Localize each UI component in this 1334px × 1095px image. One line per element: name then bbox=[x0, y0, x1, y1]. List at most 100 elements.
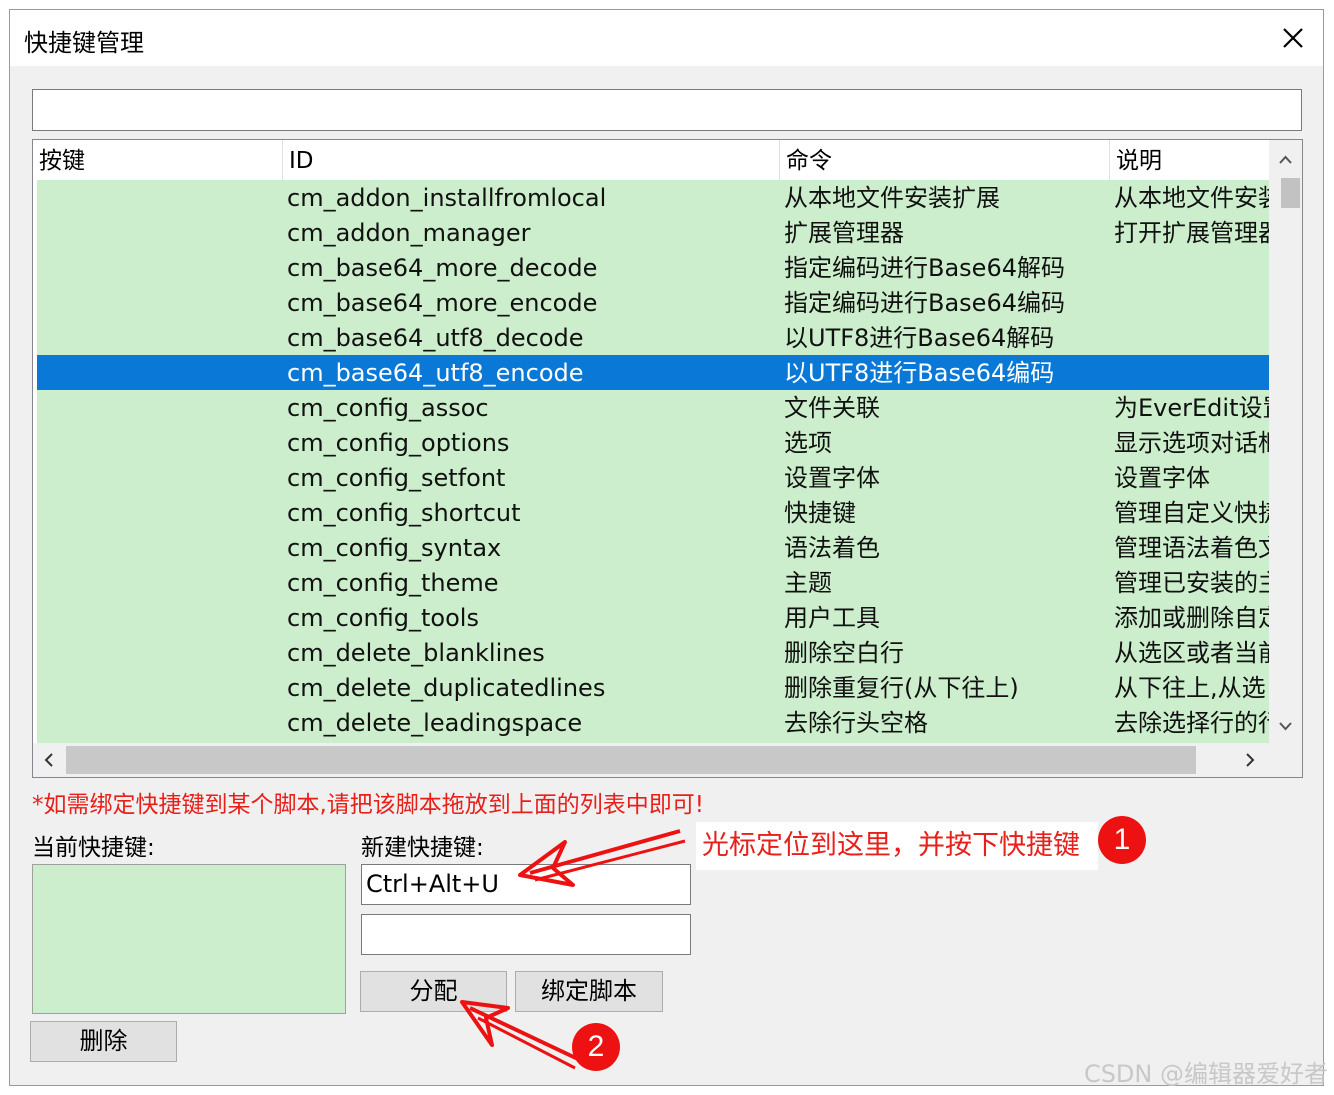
vertical-scrollbar[interactable] bbox=[1269, 140, 1302, 743]
scroll-down-icon[interactable] bbox=[1269, 712, 1302, 740]
table-row[interactable]: cm_delete_leadingspace 去除行头空格 去除选择行的行 bbox=[37, 705, 1269, 740]
row-key-cell bbox=[37, 215, 280, 250]
row-id-cell: cm_delete_blanklines bbox=[287, 639, 545, 667]
table-header: 按键 ID 命令 说明 bbox=[33, 140, 1269, 180]
row-id-cell: cm_config_shortcut bbox=[287, 499, 521, 527]
row-command-cell: 删除重复行(从下往上) bbox=[784, 674, 1019, 702]
table-row[interactable]: cm_base64_utf8_decode 以UTF8进行Base64解码 bbox=[37, 320, 1269, 355]
row-id-cell: cm_config_syntax bbox=[287, 534, 502, 562]
row-command-cell: 快捷键 bbox=[784, 499, 856, 527]
column-header-id[interactable]: ID bbox=[283, 140, 780, 180]
column-header-command[interactable]: 命令 bbox=[780, 140, 1110, 180]
row-description-cell: 从本地文件安装 bbox=[1114, 184, 1269, 212]
row-command-cell: 以UTF8进行Base64解码 bbox=[784, 324, 1055, 352]
scroll-up-icon[interactable] bbox=[1269, 146, 1302, 174]
row-key-cell bbox=[37, 250, 280, 285]
row-key-cell bbox=[37, 355, 280, 390]
new-shortcut-label: 新建快捷键: bbox=[361, 835, 484, 861]
row-command-cell: 扩展管理器 bbox=[784, 219, 904, 247]
row-description-cell bbox=[1114, 355, 1269, 390]
table-row[interactable]: cm_delete_duplicatedlines 删除重复行(从下往上) 从下往上… bbox=[37, 670, 1269, 705]
window-title: 快捷键管理 bbox=[24, 29, 144, 57]
row-id-cell: cm_addon_manager bbox=[287, 219, 531, 247]
row-key-cell bbox=[37, 495, 280, 530]
row-id-cell: cm_config_assoc bbox=[287, 394, 489, 422]
table-row-selected[interactable]: cm_base64_utf8_encode 以UTF8进行Base64编码 bbox=[37, 355, 1269, 390]
annotation-callout: 光标定位到这里，并按下快捷键 bbox=[696, 822, 1098, 870]
bind-script-button[interactable]: 绑定脚本 bbox=[515, 971, 663, 1012]
title-bar: 快捷键管理 bbox=[10, 10, 1323, 66]
row-description-cell: 管理语法着色文 bbox=[1114, 534, 1269, 562]
table-row[interactable]: cm_config_setfont 设置字体 设置字体 bbox=[37, 460, 1269, 495]
row-description-cell: 管理自定义快捷 bbox=[1114, 499, 1269, 527]
row-command-cell: 语法着色 bbox=[784, 534, 880, 562]
assign-button[interactable]: 分配 bbox=[360, 971, 507, 1012]
row-id-cell: cm_delete_duplicatedlines bbox=[287, 674, 606, 702]
close-icon[interactable] bbox=[1275, 20, 1311, 56]
table-row[interactable]: cm_base64_more_decode 指定编码进行Base64解码 bbox=[37, 250, 1269, 285]
row-command-cell: 以UTF8进行Base64编码 bbox=[784, 359, 1055, 387]
table-row[interactable]: cm_base64_more_encode 指定编码进行Base64编码 bbox=[37, 285, 1269, 320]
table-row[interactable]: cm_config_options 选项 显示选项对话框 bbox=[37, 425, 1269, 460]
table-row[interactable]: cm_config_theme 主题 管理已安装的主 bbox=[37, 565, 1269, 600]
row-command-cell: 主题 bbox=[784, 569, 832, 597]
row-description-cell: 去除选择行的行 bbox=[1114, 709, 1269, 737]
row-description-cell bbox=[1114, 250, 1269, 285]
row-key-cell bbox=[37, 635, 280, 670]
table-body: cm_addon_installfromlocal 从本地文件安装扩展 从本地文件安… bbox=[37, 180, 1269, 743]
vertical-scroll-thumb[interactable] bbox=[1281, 178, 1300, 208]
row-id-cell: cm_config_options bbox=[287, 429, 510, 457]
column-header-key[interactable]: 按键 bbox=[33, 140, 283, 180]
row-description-cell: 打开扩展管理器 bbox=[1114, 219, 1269, 247]
shortcut-table[interactable]: 按键 ID 命令 说明 cm_addon_installfromlocal 从本地… bbox=[32, 139, 1303, 778]
row-key-cell bbox=[37, 460, 280, 495]
horizontal-scroll-thumb[interactable] bbox=[66, 746, 1196, 774]
table-row[interactable]: cm_config_assoc 文件关联 为EverEdit设置 bbox=[37, 390, 1269, 425]
row-command-cell: 指定编码进行Base64解码 bbox=[784, 254, 1065, 282]
new-shortcut-input[interactable]: Ctrl+Alt+U bbox=[361, 864, 691, 905]
drag-hint-text: *如需绑定快捷键到某个脚本,请把该脚本拖放到上面的列表中即可! bbox=[32, 792, 705, 818]
row-id-cell: cm_base64_more_encode bbox=[287, 289, 598, 317]
column-header-description[interactable]: 说明 bbox=[1110, 140, 1269, 180]
scroll-left-icon[interactable] bbox=[33, 743, 66, 777]
current-shortcut-label: 当前快捷键: bbox=[32, 835, 155, 861]
annotation-badge-1: 1 bbox=[1098, 816, 1146, 864]
filter-input[interactable] bbox=[32, 89, 1302, 131]
delete-button[interactable]: 删除 bbox=[30, 1021, 177, 1062]
scroll-right-icon[interactable] bbox=[1233, 743, 1266, 777]
row-description-cell: 添加或删除自定 bbox=[1114, 604, 1269, 632]
row-description-cell bbox=[1114, 285, 1269, 320]
table-row[interactable]: cm_config_tools 用户工具 添加或删除自定 bbox=[37, 600, 1269, 635]
row-description-cell: 显示选项对话框 bbox=[1114, 429, 1269, 457]
row-key-cell bbox=[37, 285, 280, 320]
row-command-cell: 文件关联 bbox=[784, 394, 880, 422]
horizontal-scrollbar[interactable] bbox=[33, 743, 1302, 777]
row-command-cell: 删除空白行 bbox=[784, 639, 904, 667]
row-description-cell: 管理已安装的主 bbox=[1114, 569, 1269, 597]
shortcut-dialog: 快捷键管理 按键 ID 命令 说明 cm_addon_installfromlo… bbox=[9, 9, 1324, 1086]
row-key-cell bbox=[37, 320, 280, 355]
row-id-cell: cm_config_setfont bbox=[287, 464, 506, 492]
current-shortcut-list[interactable] bbox=[32, 864, 346, 1014]
row-key-cell bbox=[37, 565, 280, 600]
row-description-cell: 设置字体 bbox=[1114, 464, 1210, 492]
table-row[interactable]: cm_config_syntax 语法着色 管理语法着色文 bbox=[37, 530, 1269, 565]
watermark: CSDN @编辑器爱好者 bbox=[1083, 1060, 1328, 1088]
table-row[interactable]: cm_addon_manager 扩展管理器 打开扩展管理器 bbox=[37, 215, 1269, 250]
row-command-cell: 指定编码进行Base64编码 bbox=[784, 289, 1065, 317]
table-row[interactable]: cm_delete_blanklines 删除空白行 从选区或者当前 bbox=[37, 635, 1269, 670]
table-row[interactable]: cm_addon_installfromlocal 从本地文件安装扩展 从本地文件安… bbox=[37, 180, 1269, 215]
row-description-cell: 为EverEdit设置 bbox=[1114, 394, 1269, 422]
row-command-cell: 从本地文件安装扩展 bbox=[784, 184, 1000, 212]
table-row[interactable]: cm_config_shortcut 快捷键 管理自定义快捷 bbox=[37, 495, 1269, 530]
row-description-cell: 从选区或者当前 bbox=[1114, 639, 1269, 667]
row-key-cell bbox=[37, 180, 280, 215]
annotation-badge-2: 2 bbox=[572, 1023, 620, 1071]
new-shortcut-input-2[interactable] bbox=[361, 914, 691, 955]
row-id-cell: cm_addon_installfromlocal bbox=[287, 184, 607, 212]
row-key-cell bbox=[37, 390, 280, 425]
row-id-cell: cm_config_theme bbox=[287, 569, 499, 597]
row-id-cell: cm_delete_leadingspace bbox=[287, 709, 583, 737]
row-command-cell: 选项 bbox=[784, 429, 832, 457]
row-description-cell bbox=[1114, 320, 1269, 355]
